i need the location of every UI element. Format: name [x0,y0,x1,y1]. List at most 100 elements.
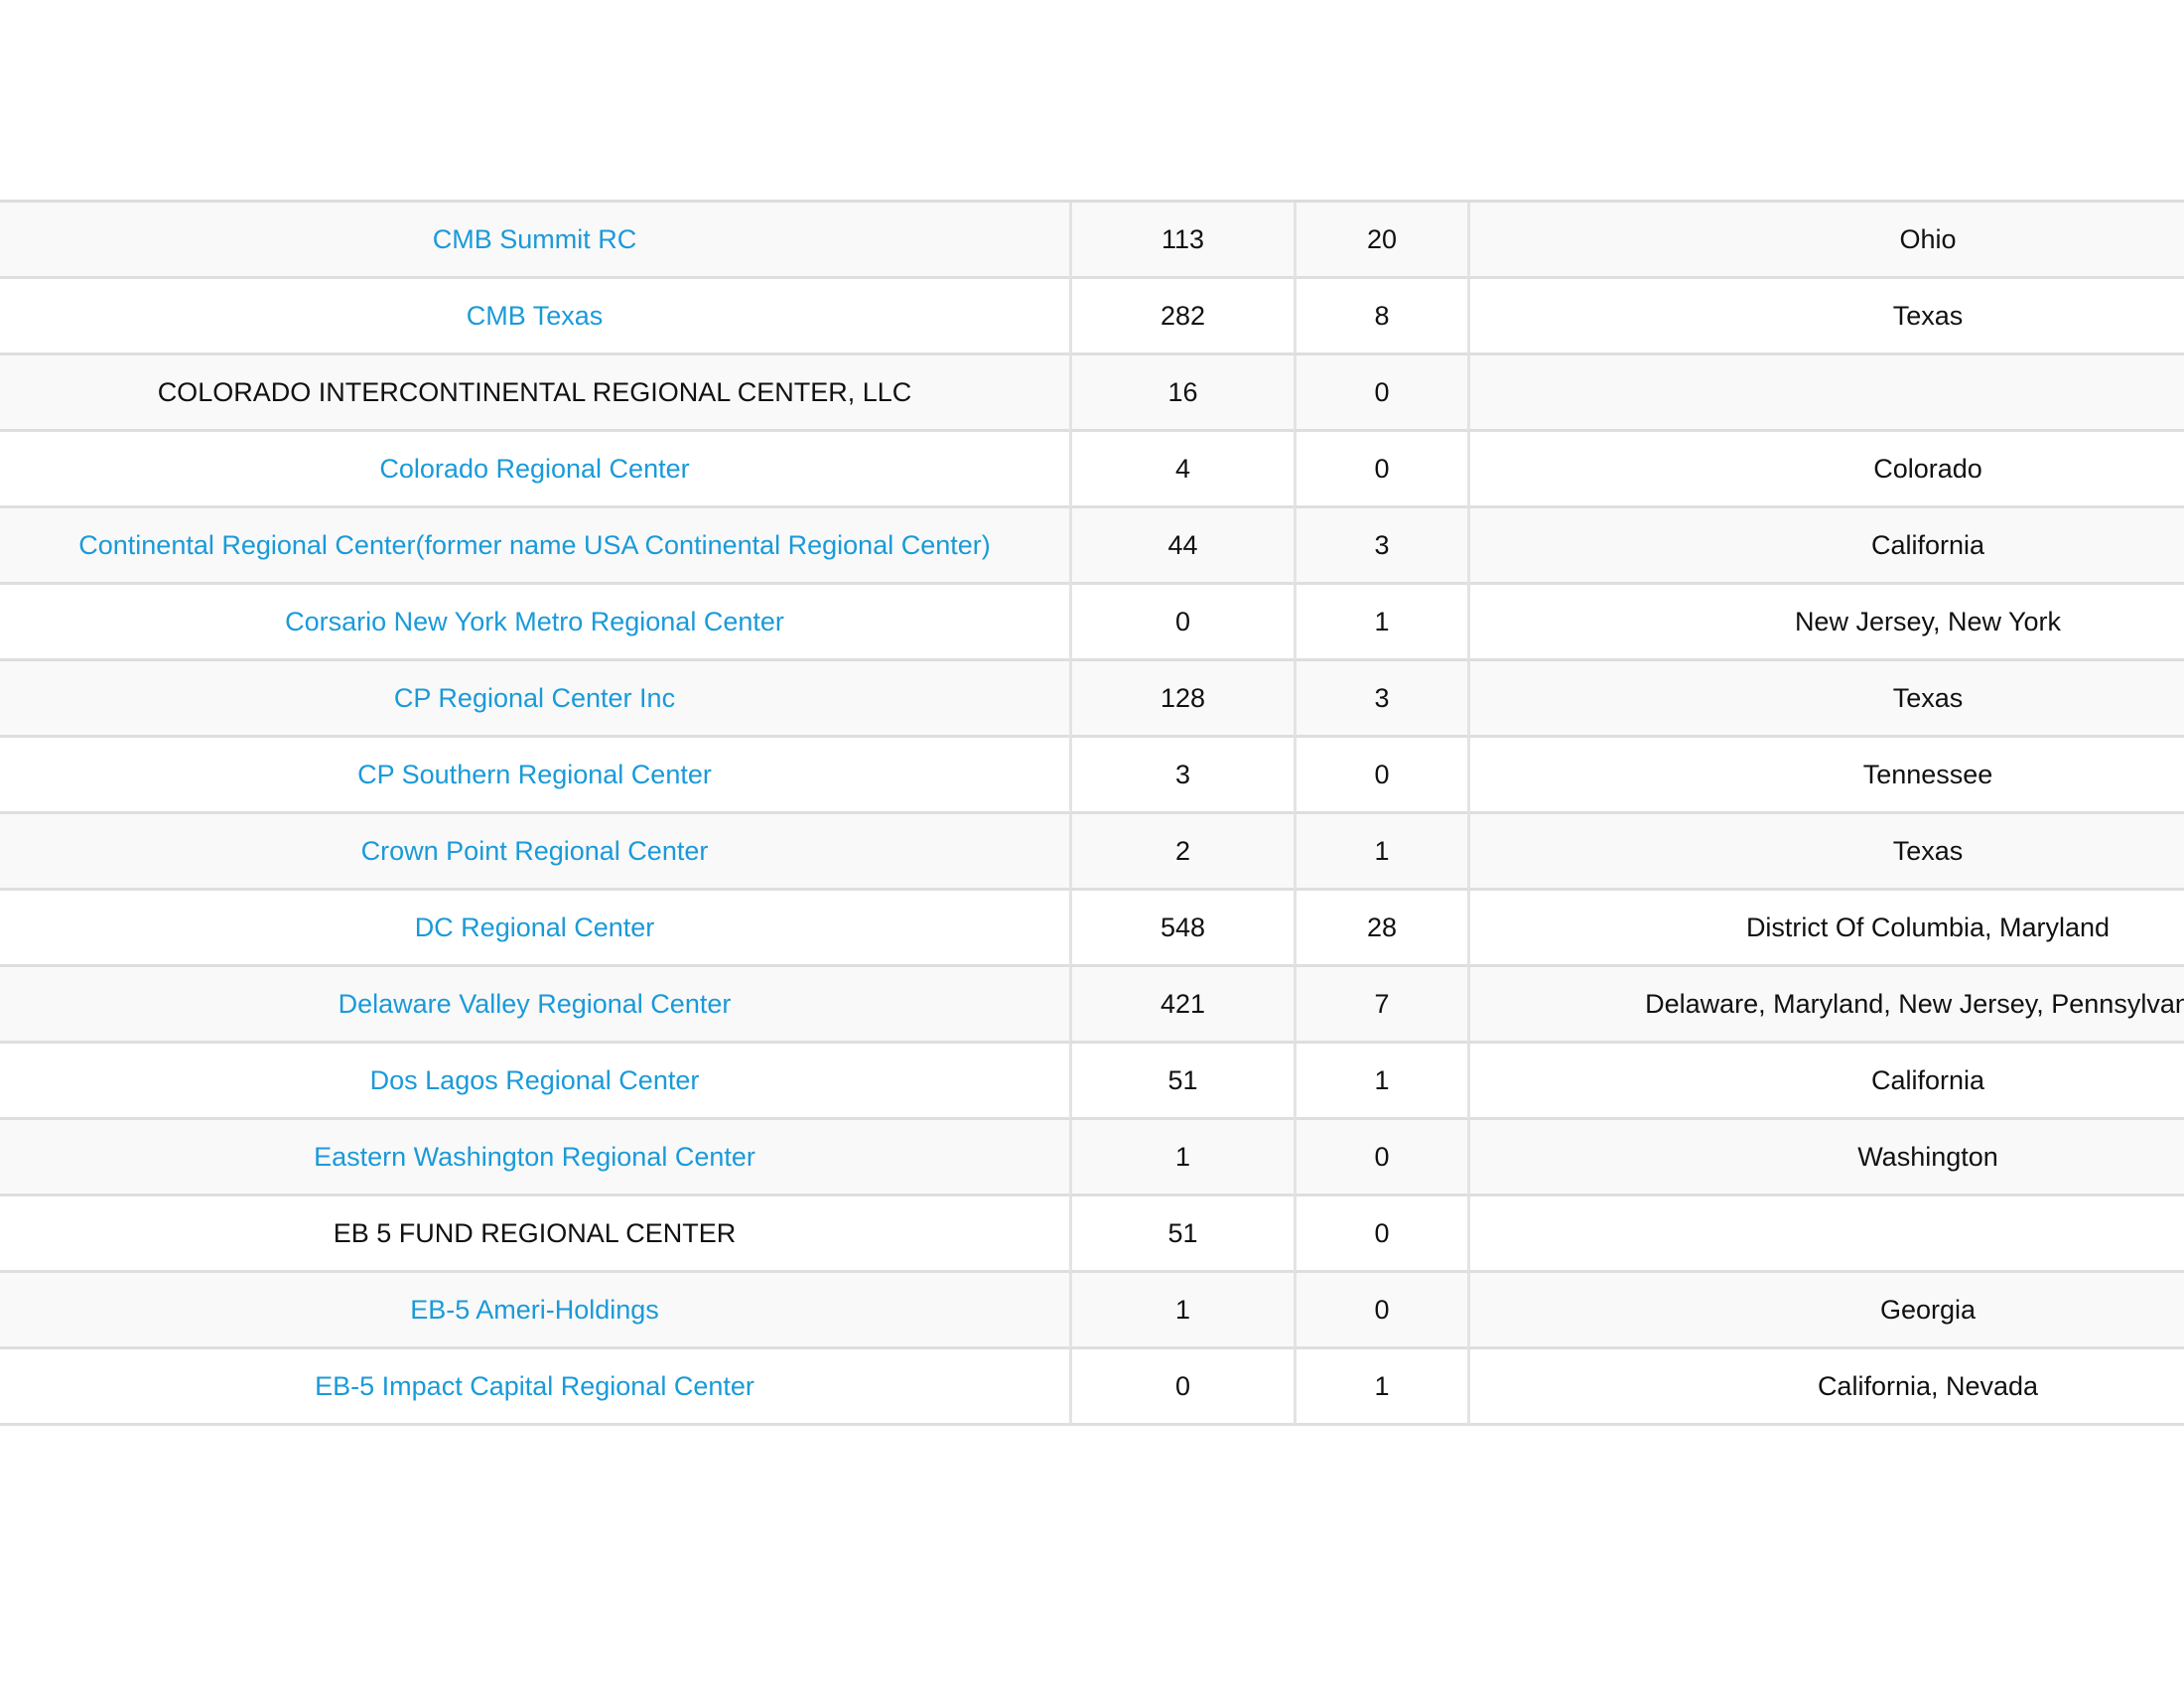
count-value-1: 128 [1160,682,1206,713]
count-cell-2: 20 [1294,203,1467,279]
states-cell: California [1467,1044,2184,1120]
count-value-1: 113 [1160,223,1205,254]
regional-center-name-cell: CP Southern Regional Center [0,738,1069,814]
regional-center-name-cell: EB-5 Impact Capital Regional Center [0,1349,1069,1426]
states-cell: Tennessee [1467,738,2184,814]
count-value-1: 282 [1160,300,1206,331]
regional-center-link[interactable]: Delaware Valley Regional Center [339,989,732,1019]
count-cell-2: 0 [1294,432,1467,508]
count-value-1: 421 [1160,988,1206,1019]
states-cell: New Jersey, New York [1467,585,2184,661]
count-cell-1: 282 [1069,279,1294,355]
regional-center-link[interactable]: DC Regional Center [415,913,655,942]
count-cell-1: 1 [1069,1120,1294,1196]
regional-center-link[interactable]: Crown Point Regional Center [361,836,709,866]
regional-center-name-cell: Colorado Regional Center [0,432,1069,508]
regional-center-name-cell: DC Regional Center [0,891,1069,967]
count-cell-1: 128 [1069,661,1294,738]
count-cell-2: 28 [1294,891,1467,967]
count-cell-2: 0 [1294,1120,1467,1196]
count-cell-2: 0 [1294,1196,1467,1273]
regional-center-link[interactable]: Corsario New York Metro Regional Center [285,607,784,636]
states-cell: California [1467,508,2184,585]
regional-center-name-cell: CMB Texas [0,279,1069,355]
table-row: CP Southern Regional Center 3 0 Tennesse… [0,738,2184,814]
states-value: California [1870,1064,1985,1095]
states-value: District Of Columbia, Maryland [1745,912,2111,942]
states-value: Texas [1892,682,1964,713]
regional-center-link[interactable]: EB-5 Ameri-Holdings [410,1295,659,1325]
count-value-1: 44 [1167,529,1198,560]
table-row: Crown Point Regional Center 2 1 Texas [0,814,2184,891]
count-value-1: 51 [1167,1064,1198,1095]
states-cell: Washington [1467,1120,2184,1196]
regional-center-link[interactable]: Colorado Regional Center [379,454,689,484]
count-cell-2: 0 [1294,1273,1467,1349]
count-cell-1: 421 [1069,967,1294,1044]
table-row: Eastern Washington Regional Center 1 0 W… [0,1120,2184,1196]
table-row: Delaware Valley Regional Center 421 7 De… [0,967,2184,1044]
count-value-2: 0 [1374,1294,1390,1325]
count-value-2: 7 [1374,988,1390,1019]
count-cell-2: 1 [1294,814,1467,891]
count-value-2: 3 [1374,529,1390,560]
count-value-1: 51 [1167,1217,1198,1248]
regional-center-link[interactable]: EB-5 Impact Capital Regional Center [315,1371,754,1401]
table-row: CMB Texas 282 8 Texas [0,279,2184,355]
count-cell-2: 0 [1294,355,1467,432]
regional-center-name-cell: Eastern Washington Regional Center [0,1120,1069,1196]
regional-center-table: CMB Summit RC 113 20 Ohio CMB Texas 282 … [0,200,2184,1426]
count-value-1: 3 [1174,759,1191,789]
regional-center-link[interactable]: Eastern Washington Regional Center [314,1142,755,1172]
states-cell: Texas [1467,279,2184,355]
states-value: California [1870,529,1985,560]
states-cell: California, Nevada [1467,1349,2184,1426]
states-cell: Texas [1467,814,2184,891]
count-value-1: 548 [1160,912,1206,942]
count-value-1: 4 [1174,453,1191,484]
regional-center-link[interactable]: CP Regional Center Inc [394,683,675,713]
count-cell-2: 1 [1294,1044,1467,1120]
regional-center-link[interactable]: CMB Summit RC [433,224,637,254]
table-row: EB-5 Impact Capital Regional Center 0 1 … [0,1349,2184,1426]
regional-center-name-cell: Delaware Valley Regional Center [0,967,1069,1044]
regional-center-name-cell: Continental Regional Center(former name … [0,508,1069,585]
table-body: CMB Summit RC 113 20 Ohio CMB Texas 282 … [0,203,2184,1426]
table-row: Colorado Regional Center 4 0 Colorado [0,432,2184,508]
count-value-2: 20 [1366,223,1398,254]
states-cell: Georgia [1467,1273,2184,1349]
states-value: Georgia [1879,1294,1977,1325]
count-value-2: 3 [1374,682,1390,713]
table-row: Corsario New York Metro Regional Center … [0,585,2184,661]
states-cell: District Of Columbia, Maryland [1467,891,2184,967]
states-cell [1467,355,2184,432]
regional-center-name-cell: COLORADO INTERCONTINENTAL REGIONAL CENTE… [0,355,1069,432]
regional-center-link[interactable]: CMB Texas [467,301,604,331]
states-cell: Colorado [1467,432,2184,508]
regional-center-table-container: CMB Summit RC 113 20 Ohio CMB Texas 282 … [0,200,2184,1426]
count-cell-2: 1 [1294,1349,1467,1426]
count-cell-1: 4 [1069,432,1294,508]
count-value-2: 28 [1366,912,1398,942]
states-value: California, Nevada [1817,1370,2039,1401]
states-value: Washington [1857,1141,1998,1172]
count-cell-1: 0 [1069,585,1294,661]
count-value-2: 1 [1374,1064,1390,1095]
table-row: CP Regional Center Inc 128 3 Texas [0,661,2184,738]
regional-center-name-cell: Dos Lagos Regional Center [0,1044,1069,1120]
count-value-1: 0 [1174,606,1191,636]
table-row: COLORADO INTERCONTINENTAL REGIONAL CENTE… [0,355,2184,432]
count-value-1: 2 [1174,835,1191,866]
regional-center-name-cell: Crown Point Regional Center [0,814,1069,891]
count-value-1: 1 [1174,1294,1191,1325]
states-cell [1467,1196,2184,1273]
regional-center-link[interactable]: Dos Lagos Regional Center [370,1065,700,1095]
count-value-2: 1 [1374,835,1390,866]
regional-center-name-cell: CP Regional Center Inc [0,661,1069,738]
regional-center-name-cell: CMB Summit RC [0,203,1069,279]
regional-center-link[interactable]: Continental Regional Center(former name … [78,530,991,560]
count-value-2: 0 [1374,1141,1390,1172]
count-cell-2: 3 [1294,661,1467,738]
regional-center-link[interactable]: CP Southern Regional Center [357,760,712,789]
count-cell-1: 51 [1069,1044,1294,1120]
